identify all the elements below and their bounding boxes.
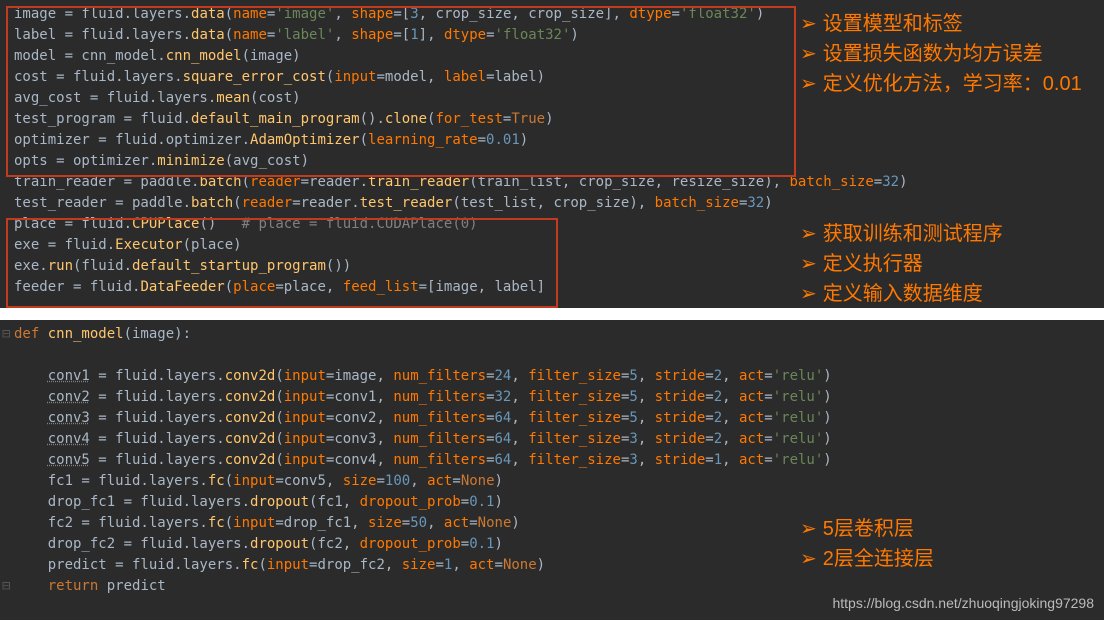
watermark: https://blog.csdn.net/zhuoqingjoking9729… (832, 593, 1094, 614)
code-block-2[interactable]: ⊟ ⊟ def cnn_model(image): conv1 = fluid.… (0, 320, 1104, 620)
annotation-text: ➢定义输入数据维度 (800, 280, 983, 308)
annotation-text: ➢定义执行器 (800, 250, 923, 278)
code-content-2[interactable]: def cnn_model(image): conv1 = fluid.laye… (0, 324, 1104, 597)
annotation-text: ➢2层全连接层 (800, 545, 934, 573)
fold-icon[interactable]: ⊟ (2, 576, 10, 597)
fold-icon[interactable]: ⊟ (2, 324, 10, 345)
annotation-text: ➢5层卷积层 (800, 515, 914, 543)
code-block-1[interactable]: image = fluid.layers.data(name='image', … (0, 0, 1104, 308)
annotation-text: ➢获取训练和测试程序 (800, 220, 1003, 248)
annotation-text: ➢定义优化方法，学习率：0.01 (800, 70, 1082, 98)
annotation-text: ➢设置损失函数为均方误差 (800, 40, 1043, 68)
separator (0, 308, 1104, 320)
annotation-text: ➢设置模型和标签 (800, 10, 963, 38)
